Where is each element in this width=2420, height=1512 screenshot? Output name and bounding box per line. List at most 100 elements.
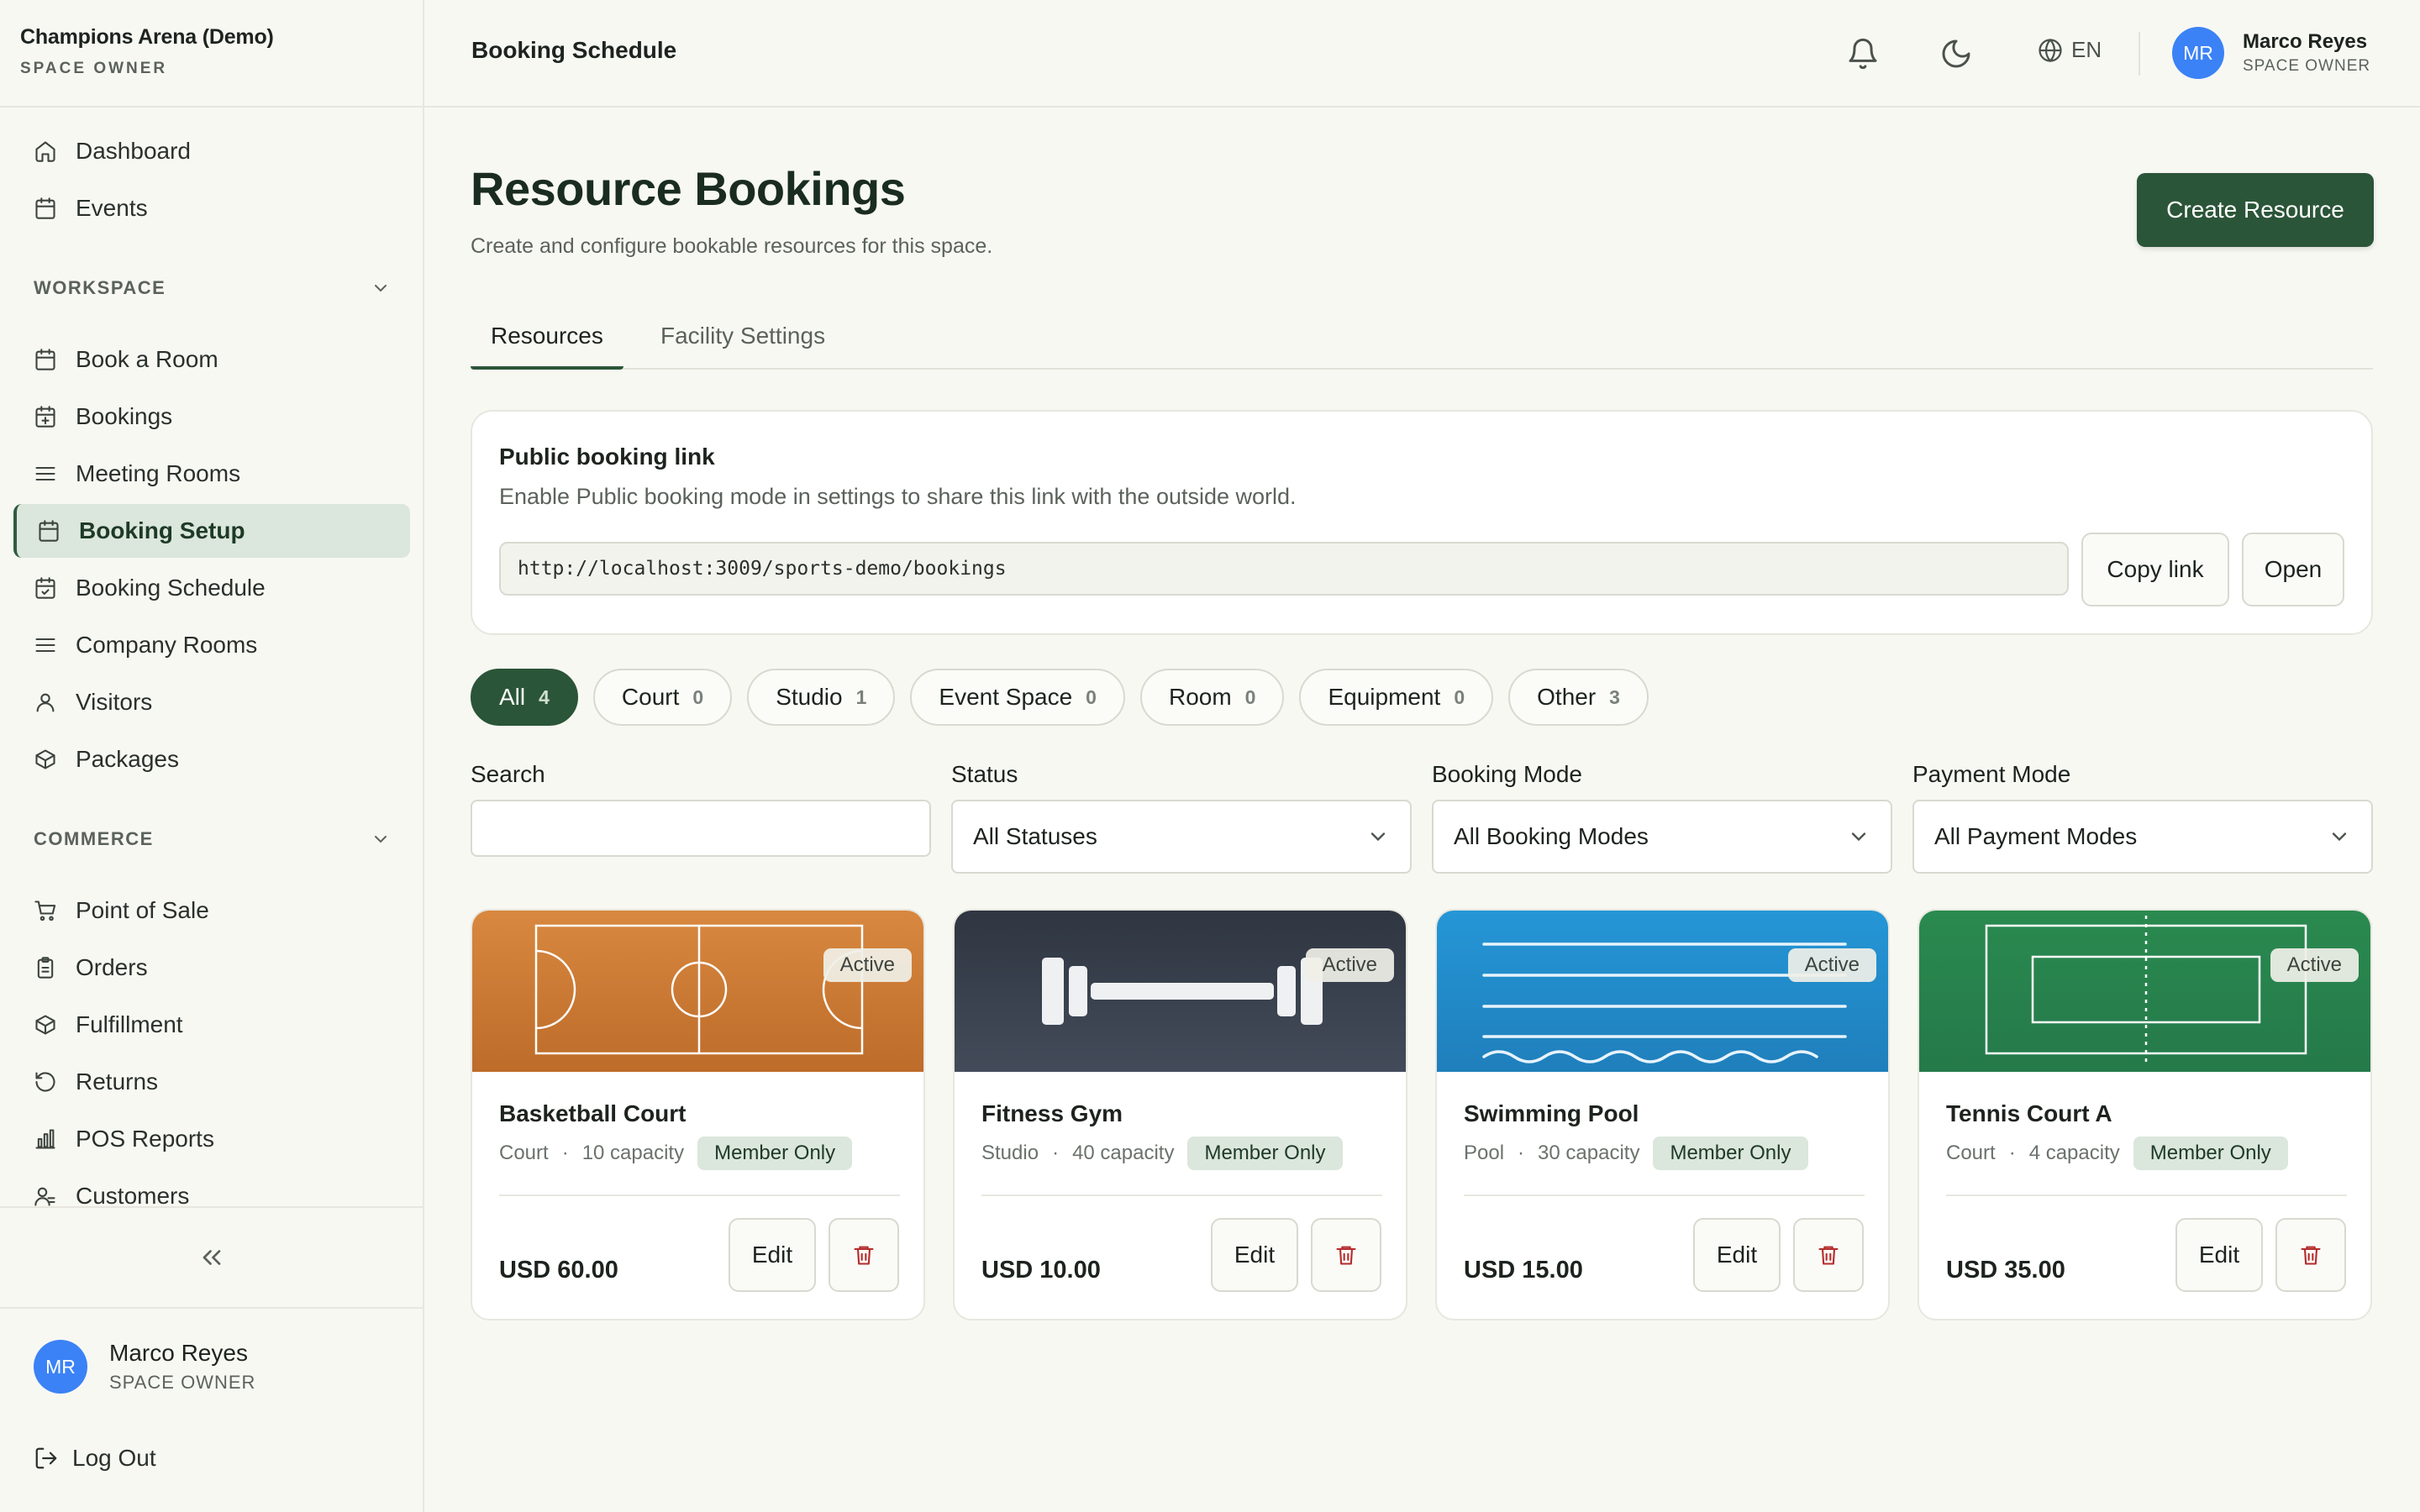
category-pill-event-space[interactable]: Event Space 0 (910, 669, 1125, 726)
edit-button[interactable]: Edit (2175, 1218, 2263, 1292)
language-label: EN (2071, 37, 2102, 62)
sidebar-item-customers[interactable]: Customers (13, 1169, 410, 1206)
avatar: MR (2172, 27, 2224, 79)
resource-card[interactable]: Active Basketball Court Court · 10 capacity M… (471, 909, 925, 1320)
sidebar-item-meeting-rooms[interactable]: Meeting Rooms (13, 447, 410, 501)
access-tag: Member Only (2133, 1137, 2288, 1170)
sidebar-item-orders[interactable]: Orders (13, 941, 410, 995)
section-commerce[interactable]: COMMERCE (34, 822, 391, 856)
sidebar-item-label: Book a Room (76, 346, 218, 372)
sidebar-item-dashboard[interactable]: Dashboard (13, 124, 410, 178)
category-pill-other[interactable]: Other 3 (1508, 669, 1649, 726)
card-divider (1464, 1194, 1865, 1196)
sidebar-user[interactable]: MR Marco Reyes SPACE OWNER (34, 1340, 255, 1394)
resource-name: Fitness Gym (981, 1100, 1123, 1126)
delete-button[interactable] (1311, 1218, 1381, 1292)
sidebar-item-fulfillment[interactable]: Fulfillment (13, 998, 410, 1052)
category-pill-studio[interactable]: Studio 1 (747, 669, 896, 726)
user-role: SPACE OWNER (2243, 57, 2371, 75)
search-input[interactable] (471, 800, 931, 857)
moon-icon[interactable] (1939, 37, 1973, 71)
sidebar-item-label: Meeting Rooms (76, 460, 241, 486)
public-link-url-field[interactable]: http://localhost:3009/sports-demo/bookin… (499, 542, 2069, 596)
logout-button[interactable]: Log Out (34, 1445, 156, 1472)
undo-icon (34, 1070, 57, 1094)
sidebar-item-packages[interactable]: Packages (13, 732, 410, 786)
resource-price: USD 60.00 (499, 1257, 618, 1284)
category-pill-equipment[interactable]: Equipment 0 (1299, 669, 1494, 726)
bell-icon[interactable] (1846, 37, 1880, 71)
resource-card[interactable]: Active Tennis Court A Court · 4 capacity Memb… (1918, 909, 2372, 1320)
sidebar-item-events[interactable]: Events (13, 181, 410, 235)
resource-price: USD 10.00 (981, 1257, 1101, 1284)
create-resource-button[interactable]: Create Resource (2137, 173, 2374, 247)
chevron-down-icon (371, 278, 391, 298)
resource-capacity: 30 capacity (1538, 1142, 1640, 1164)
brand-role: SPACE OWNER (20, 60, 168, 77)
category-pill-all[interactable]: All 4 (471, 669, 578, 726)
user-menu[interactable]: MR Marco Reyes SPACE OWNER (2172, 27, 2370, 79)
globe-icon (2038, 38, 2063, 63)
open-link-button[interactable]: Open (2242, 533, 2344, 606)
tab-facility-settings[interactable]: Facility Settings (640, 318, 845, 370)
sidebar-item-label: Dashboard (76, 138, 191, 164)
sidebar: Champions Arena (Demo) SPACE OWNER Dashb… (0, 0, 424, 1512)
sidebar-item-visitors[interactable]: Visitors (13, 675, 410, 729)
search-filter: Search (471, 761, 931, 857)
sidebar-item-point-of-sale[interactable]: Point of Sale (13, 884, 410, 937)
sidebar-item-pos-reports[interactable]: POS Reports (13, 1112, 410, 1166)
sidebar-item-company-rooms[interactable]: Company Rooms (13, 618, 410, 672)
page-subtitle: Create and configure bookable resources … (471, 234, 993, 258)
delete-button[interactable] (829, 1218, 899, 1292)
meta-separator: · (2008, 1142, 2016, 1164)
search-label: Search (471, 761, 545, 787)
logout-label: Log Out (72, 1445, 156, 1471)
language-switcher[interactable]: EN (2038, 37, 2102, 63)
sidebar-item-label: Customers (76, 1183, 190, 1206)
edit-button[interactable]: Edit (1693, 1218, 1781, 1292)
chevron-down-icon (1847, 825, 1870, 848)
sidebar-item-book-a-room[interactable]: Book a Room (13, 333, 410, 386)
resource-card[interactable]: Active Fitness Gym Studio · 40 capacity Membe… (953, 909, 1407, 1320)
payment-mode-select[interactable]: All Payment Modes (1912, 800, 2373, 874)
copy-link-button[interactable]: Copy link (2081, 533, 2229, 606)
status-select[interactable]: All Statuses (951, 800, 1412, 874)
package-icon (34, 1013, 57, 1037)
status-badge: Active (2270, 948, 2359, 982)
sidebar-item-label: Events (76, 195, 148, 221)
edit-button[interactable]: Edit (1211, 1218, 1298, 1292)
card-divider (981, 1194, 1382, 1196)
status-badge: Active (1305, 948, 1394, 982)
chevron-down-icon (371, 829, 391, 849)
dumbbell-image (955, 911, 1406, 1072)
sidebar-item-label: Booking Setup (79, 517, 245, 543)
resource-name: Basketball Court (499, 1100, 687, 1126)
sidebar-item-booking-setup[interactable]: Booking Setup (13, 504, 410, 558)
section-workspace[interactable]: WORKSPACE (34, 271, 391, 305)
delete-button[interactable] (1793, 1218, 1864, 1292)
sidebar-item-booking-schedule[interactable]: Booking Schedule (13, 561, 410, 615)
category-pill-count: 0 (1244, 685, 1256, 708)
sidebar-user-name: Marco Reyes (109, 1340, 248, 1366)
category-pill-count: 0 (1454, 685, 1465, 708)
trash-icon (1334, 1243, 1358, 1267)
resource-card[interactable]: Active Swimming Pool Pool · 30 capacity Membe… (1435, 909, 1890, 1320)
payment-mode-filter: Payment Mode All Payment Modes (1912, 761, 2373, 874)
sidebar-item-returns[interactable]: Returns (13, 1055, 410, 1109)
tab-resources[interactable]: Resources (471, 318, 623, 370)
sidebar-item-label: Fulfillment (76, 1011, 183, 1037)
resource-price: USD 35.00 (1946, 1257, 2065, 1284)
category-pill-count: 3 (1609, 685, 1620, 708)
cart-icon (34, 899, 57, 922)
delete-button[interactable] (2275, 1218, 2346, 1292)
category-pill-room[interactable]: Room 0 (1139, 669, 1285, 726)
edit-button[interactable]: Edit (729, 1218, 816, 1292)
category-pill-court[interactable]: Court 0 (592, 669, 733, 726)
booking-mode-select[interactable]: All Booking Modes (1432, 800, 1892, 874)
collapse-sidebar-button[interactable] (0, 1206, 423, 1309)
sidebar-item-label: Company Rooms (76, 632, 258, 658)
resource-type: Pool (1464, 1142, 1505, 1164)
resource-capacity: 40 capacity (1072, 1142, 1175, 1164)
sidebar-item-bookings[interactable]: Bookings (13, 390, 410, 444)
category-pill-count: 0 (1086, 685, 1097, 708)
